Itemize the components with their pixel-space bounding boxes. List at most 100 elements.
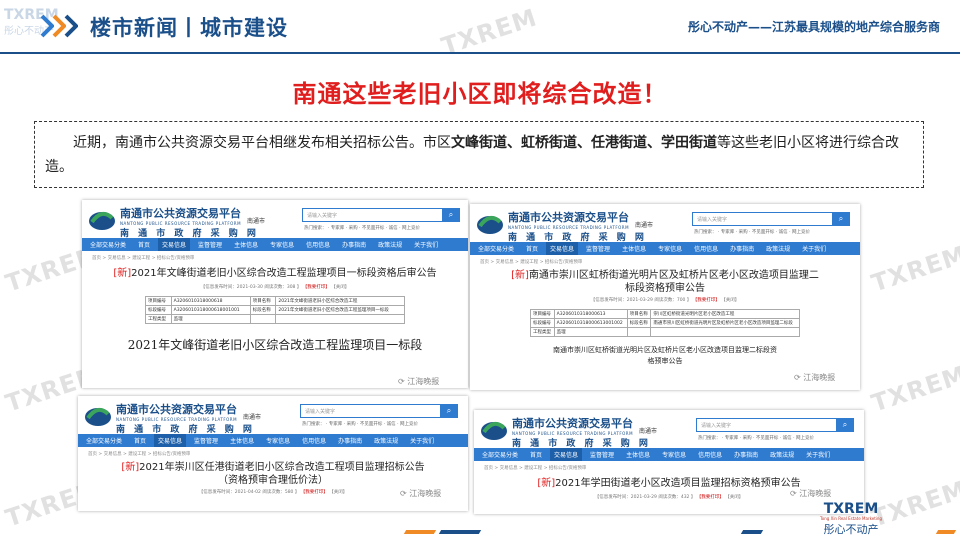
portal-nav: 全部交易分类 首页 交易信息 监督管理 主体信息 专家信息 信用信息 办事指南 …	[470, 242, 860, 255]
nav-entity-info[interactable]: 主体信息	[234, 240, 258, 249]
footer-accent-bar	[438, 530, 482, 534]
announcement-screenshot-1: 南通市公共资源交易平台 NANTONG PUBLIC RESOURCE TRAD…	[82, 200, 468, 388]
footer-accent-bar	[403, 530, 437, 534]
document-title: 2021年文峰街道老旧小区综合改造工程监理项目一标段	[127, 338, 423, 352]
intro-highlight: 文峰街道、虹桥街道、任港街道、学田街道	[451, 135, 717, 151]
search-input[interactable]: 请输入关键字 ⌕	[302, 208, 460, 222]
search-icon[interactable]: ⌕	[832, 212, 850, 226]
breadcrumb: 首页 > 交易信息 > 建设工程 > 招标公告/资格预审	[92, 256, 195, 261]
search-input[interactable]: 请输入关键字 ⌕	[300, 404, 458, 418]
close-button[interactable]: 【关闭】	[331, 285, 349, 290]
nav-supervision[interactable]: 监督管理	[586, 244, 610, 253]
search-icon[interactable]: ⌕	[836, 418, 854, 432]
nav-policy[interactable]: 政策法规	[374, 436, 398, 445]
footer-accent-bar	[935, 530, 957, 534]
announcement-meta: 【信息发布时间：2021-03-29 阅读次数：700 】 【我要打印】 【关闭…	[590, 298, 740, 303]
nav-supervision[interactable]: 监督管理	[590, 450, 614, 459]
wechat-source-label: ⟳ 江海晚报	[400, 489, 442, 498]
nav-guide[interactable]: 办事指南	[338, 436, 362, 445]
nav-home[interactable]: 首页	[134, 436, 146, 445]
nav-trading-info[interactable]: 交易信息	[154, 434, 187, 447]
nav-credit-info[interactable]: 信用信息	[306, 240, 330, 249]
nav-credit-info[interactable]: 信用信息	[694, 244, 718, 253]
nav-home[interactable]: 首页	[526, 244, 538, 253]
platform-logo-icon	[477, 215, 503, 234]
nav-about[interactable]: 关于我们	[802, 244, 826, 253]
search-icon[interactable]: ⌕	[440, 404, 458, 418]
wechat-source-label: ⟳ 江海晚报	[398, 377, 440, 386]
document-title: 南通市崇川区虹桥街道光明片区及虹桥片区老小区改造项目监理二标段资格预审公告	[553, 346, 777, 365]
nav-home[interactable]: 首页	[138, 240, 150, 249]
nav-entity-info[interactable]: 主体信息	[230, 436, 254, 445]
city-selector[interactable]: 南通市	[243, 412, 261, 421]
platform-brand: 南通市公共资源交易平台 NANTONG PUBLIC RESOURCE TRAD…	[116, 403, 255, 435]
close-button[interactable]: 【关闭】	[721, 298, 739, 303]
watermark-right-mid: TXREM	[868, 240, 960, 298]
nav-expert-info[interactable]: 专家信息	[266, 436, 290, 445]
nav-credit-info[interactable]: 信用信息	[302, 436, 326, 445]
nav-trading-info[interactable]: 交易信息	[546, 242, 579, 255]
nav-all-categories[interactable]: 全部交易分类	[482, 450, 518, 459]
nav-trading-info[interactable]: 交易信息	[158, 238, 191, 251]
footer-accent-bar	[740, 530, 764, 534]
print-button[interactable]: 【我要打印】	[301, 490, 328, 495]
announcement-meta: 【信息发布时间：2021-03-30 阅读次数：308 】 【我要打印】 【关闭…	[200, 285, 350, 290]
intro-paragraph: 近期，南通市公共资源交易平台相继发布相关招标公告。市区文峰街道、虹桥街道、任港街…	[34, 121, 924, 188]
breadcrumb: 首页 > 交易信息 > 建设工程 > 招标公告/资格预审	[484, 466, 587, 471]
nav-home[interactable]: 首页	[530, 450, 542, 459]
nav-about[interactable]: 关于我们	[414, 240, 438, 249]
search-icon[interactable]: ⌕	[442, 208, 460, 222]
hot-search: 热门搜索： · 专家库 · 采购 · 不见面开标 · 诚信 · 网上竞价	[302, 422, 418, 427]
platform-brand: 南通市公共资源交易平台 NANTONG PUBLIC RESOURCE TRAD…	[120, 207, 259, 239]
close-button[interactable]: 【关闭】	[329, 490, 347, 495]
nav-entity-info[interactable]: 主体信息	[626, 450, 650, 459]
wechat-source-label: ⟳ 江海晚报	[794, 373, 836, 382]
print-button[interactable]: 【我要打印】	[303, 285, 330, 290]
section-title: 楼市新闻丨城市建设	[90, 16, 288, 40]
footer-brand-logo: TXREM Tong Xin Real Estate Marketing 彤心不…	[820, 501, 882, 536]
nav-expert-info[interactable]: 专家信息	[662, 450, 686, 459]
nav-all-categories[interactable]: 全部交易分类	[86, 436, 122, 445]
nav-expert-info[interactable]: 专家信息	[658, 244, 682, 253]
nav-policy[interactable]: 政策法规	[766, 244, 790, 253]
nav-expert-info[interactable]: 专家信息	[270, 240, 294, 249]
hot-search: 热门搜索： · 专家库 · 采购 · 不见面开标 · 诚信 · 网上竞价	[304, 226, 420, 231]
hot-search: 热门搜索： · 专家库 · 采购 · 不见面开标 · 诚信 · 网上竞价	[694, 230, 810, 235]
platform-logo-icon	[85, 407, 111, 426]
print-button[interactable]: 【我要打印】	[697, 495, 724, 500]
portal-nav: 全部交易分类 首页 交易信息 监督管理 主体信息 专家信息 信用信息 办事指南 …	[82, 238, 468, 251]
slide-header: 楼市新闻丨城市建设 彤心不动产——江苏最具规模的地产综合服务商	[0, 0, 960, 54]
project-info-table: 项目编号 A3206010318000613 项目名称 崇川区虹桥街道光明片区老小区改…	[530, 309, 800, 337]
nav-policy[interactable]: 政策法规	[378, 240, 402, 249]
search-input[interactable]: 请输入关键字 ⌕	[692, 212, 850, 226]
city-selector[interactable]: 南通市	[639, 426, 657, 435]
nav-about[interactable]: 关于我们	[410, 436, 434, 445]
company-tagline: 彤心不动产——江苏最具规模的地产综合服务商	[687, 20, 940, 34]
nav-supervision[interactable]: 监督管理	[194, 436, 218, 445]
nav-all-categories[interactable]: 全部交易分类	[90, 240, 126, 249]
city-selector[interactable]: 南通市	[635, 220, 653, 229]
nav-credit-info[interactable]: 信用信息	[698, 450, 722, 459]
announcement-title: [新]南通市崇川区虹桥街道光明片区及虹桥片区老小区改造项目监理二标段资格预审公告	[511, 270, 819, 294]
search-input[interactable]: 请输入关键字 ⌕	[696, 418, 854, 432]
close-button[interactable]: 【关闭】	[725, 495, 743, 500]
header-divider	[0, 52, 960, 54]
nav-supervision[interactable]: 监督管理	[198, 240, 222, 249]
portal-nav: 全部交易分类 首页 交易信息 监督管理 主体信息 专家信息 信用信息 办事指南 …	[78, 434, 468, 447]
print-button[interactable]: 【我要打印】	[693, 298, 720, 303]
intro-text-1: 近期，南通市公共资源交易平台相继发布相关招标公告。市区	[73, 135, 451, 151]
city-selector[interactable]: 南通市	[247, 216, 265, 225]
hot-search: 热门搜索： · 专家库 · 采购 · 不见面开标 · 诚信 · 网上竞价	[698, 436, 814, 441]
nav-guide[interactable]: 办事指南	[730, 244, 754, 253]
nav-guide[interactable]: 办事指南	[342, 240, 366, 249]
announcement-title: [新]2021年崇川区任港街道老旧小区综合改造工程项目监理招标公告（资格预审合理…	[121, 462, 425, 486]
nav-all-categories[interactable]: 全部交易分类	[478, 244, 514, 253]
announcement-screenshot-2: 南通市公共资源交易平台 NANTONG PUBLIC RESOURCE TRAD…	[470, 204, 860, 390]
nav-about[interactable]: 关于我们	[806, 450, 830, 459]
chevron-right-icon	[64, 14, 78, 38]
platform-brand: 南通市公共资源交易平台 NANTONG PUBLIC RESOURCE TRAD…	[512, 417, 651, 449]
nav-policy[interactable]: 政策法规	[770, 450, 794, 459]
nav-guide[interactable]: 办事指南	[734, 450, 758, 459]
nav-trading-info[interactable]: 交易信息	[550, 448, 583, 461]
nav-entity-info[interactable]: 主体信息	[622, 244, 646, 253]
